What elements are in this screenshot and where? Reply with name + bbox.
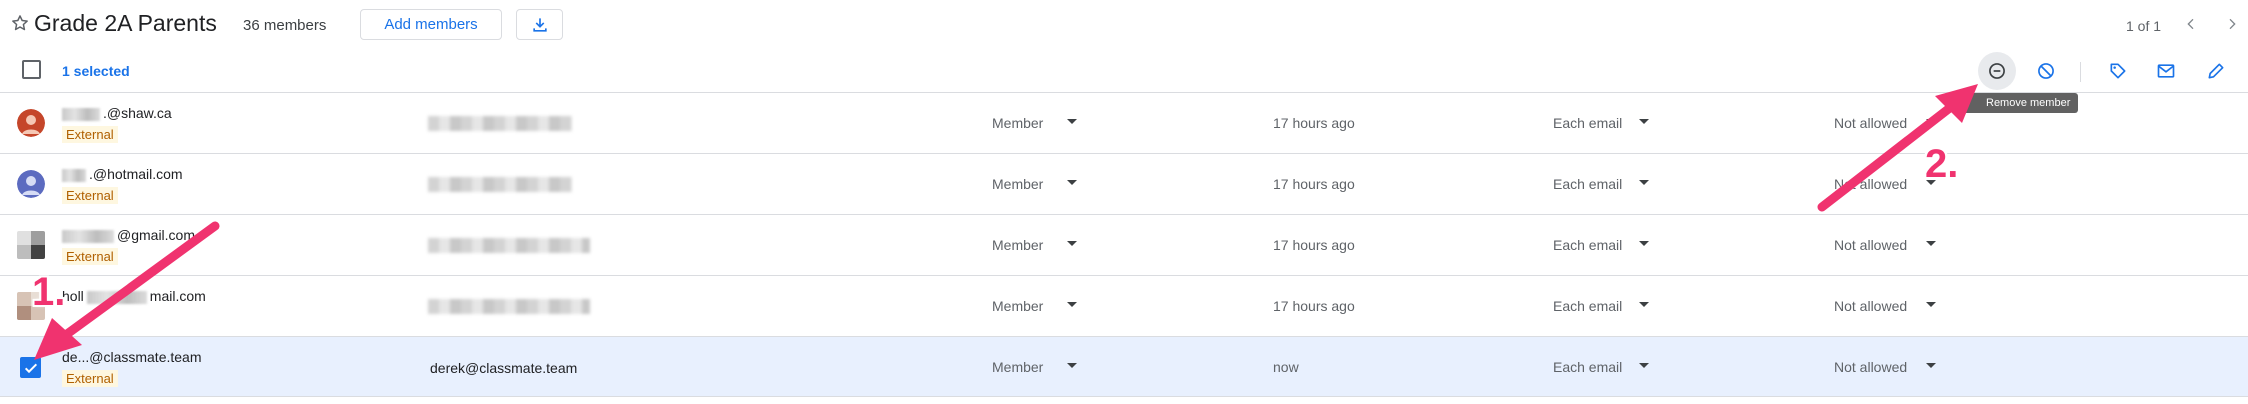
chevron-down-icon[interactable] xyxy=(1639,180,1649,185)
chevron-down-icon[interactable] xyxy=(1067,119,1077,124)
external-badge: External xyxy=(62,248,118,265)
chevron-left-icon[interactable] xyxy=(2183,16,2199,32)
chevron-down-icon[interactable] xyxy=(1639,241,1649,246)
role-select[interactable]: Member xyxy=(992,298,1043,314)
delivery-select[interactable]: Each email xyxy=(1553,115,1622,131)
table-row[interactable]: .@shaw.ca External Member 17 hours ago E… xyxy=(0,92,2248,153)
delivery-select[interactable]: Each email xyxy=(1553,237,1622,253)
delivery-select[interactable]: Each email xyxy=(1553,298,1622,314)
redacted-name xyxy=(428,116,572,131)
table-row[interactable]: @gmail.com External Member 17 hours ago … xyxy=(0,214,2248,275)
posting-select[interactable]: Not allowed xyxy=(1834,176,1907,192)
star-icon[interactable] xyxy=(10,13,30,33)
chevron-down-icon[interactable] xyxy=(1067,302,1077,307)
avatar xyxy=(17,109,45,137)
joined-date: 17 hours ago xyxy=(1273,237,1355,253)
chevron-down-icon[interactable] xyxy=(1067,241,1077,246)
avatar xyxy=(17,231,45,259)
check-icon xyxy=(24,363,37,373)
posting-select[interactable]: Not allowed xyxy=(1834,359,1907,375)
edit-icon xyxy=(2208,63,2224,79)
role-select[interactable]: Member xyxy=(992,176,1043,192)
selection-toolbar: 1 selected xyxy=(0,50,2248,92)
posting-select[interactable]: Not allowed xyxy=(1834,298,1907,314)
ban-member-button[interactable] xyxy=(2034,59,2058,83)
selected-count: 1 selected xyxy=(62,63,130,79)
role-select[interactable]: Member xyxy=(992,237,1043,253)
chevron-down-icon[interactable] xyxy=(1067,363,1077,368)
annotation-step-2: 2. xyxy=(1925,142,1959,186)
member-count: 36 members xyxy=(243,17,327,34)
chevron-down-icon[interactable] xyxy=(1926,241,1936,246)
joined-date: 17 hours ago xyxy=(1273,115,1355,131)
redacted-name xyxy=(428,177,572,192)
joined-date: 17 hours ago xyxy=(1273,176,1355,192)
chevron-down-icon[interactable] xyxy=(1926,119,1936,124)
joined-date: now xyxy=(1273,359,1299,375)
block-icon xyxy=(2038,63,2054,79)
chevron-down-icon[interactable] xyxy=(1639,302,1649,307)
external-badge: External xyxy=(62,370,118,387)
member-email: .@hotmail.com xyxy=(62,166,183,182)
remove-member-button[interactable] xyxy=(1978,52,2016,90)
posting-select[interactable]: Not allowed xyxy=(1834,237,1907,253)
role-select[interactable]: Member xyxy=(992,359,1043,375)
chevron-down-icon[interactable] xyxy=(1926,302,1936,307)
select-all-checkbox[interactable] xyxy=(22,60,41,79)
chevron-right-icon[interactable] xyxy=(2224,16,2240,32)
label-icon xyxy=(2110,63,2126,79)
page-title: Grade 2A Parents xyxy=(34,10,217,36)
edit-button[interactable] xyxy=(2204,59,2228,83)
label-button[interactable] xyxy=(2106,59,2130,83)
member-name: derek@classmate.team xyxy=(430,360,578,376)
avatar xyxy=(17,170,45,198)
table-row-selected[interactable]: de...@classmate.team External derek@clas… xyxy=(0,336,2248,397)
pagination-text: 1 of 1 xyxy=(2126,18,2162,34)
redacted-name xyxy=(428,238,590,253)
chevron-down-icon[interactable] xyxy=(1926,363,1936,368)
member-email: holl mail.com xyxy=(62,288,206,304)
posting-select[interactable]: Not allowed xyxy=(1834,115,1907,131)
external-badge: External xyxy=(62,126,118,143)
member-email: .@shaw.ca xyxy=(62,105,172,121)
chevron-down-icon[interactable] xyxy=(1639,363,1649,368)
delivery-select[interactable]: Each email xyxy=(1553,176,1622,192)
download-icon xyxy=(532,17,547,32)
table-row[interactable]: holl mail.com Member 17 hours ago Each em… xyxy=(0,275,2248,336)
email-icon xyxy=(2157,64,2175,78)
chevron-down-icon[interactable] xyxy=(1067,180,1077,185)
table-row[interactable]: .@hotmail.com External Member 17 hours a… xyxy=(0,153,2248,214)
joined-date: 17 hours ago xyxy=(1273,298,1355,314)
delivery-select[interactable]: Each email xyxy=(1553,359,1622,375)
redacted-name xyxy=(428,299,590,314)
row-checkbox[interactable] xyxy=(20,357,41,378)
add-members-button[interactable]: Add members xyxy=(360,9,502,40)
chevron-down-icon[interactable] xyxy=(1639,119,1649,124)
remove-member-icon xyxy=(1989,63,2005,79)
toolbar-divider xyxy=(2080,62,2081,82)
email-button[interactable] xyxy=(2154,59,2178,83)
member-email: de...@classmate.team xyxy=(62,349,202,365)
annotation-step-1: 1. xyxy=(32,270,66,314)
download-button[interactable] xyxy=(516,9,563,40)
role-select[interactable]: Member xyxy=(992,115,1043,131)
external-badge: External xyxy=(62,187,118,204)
member-email: @gmail.com xyxy=(62,227,195,243)
group-header: Grade 2A Parents 36 members Add members … xyxy=(0,0,2248,50)
